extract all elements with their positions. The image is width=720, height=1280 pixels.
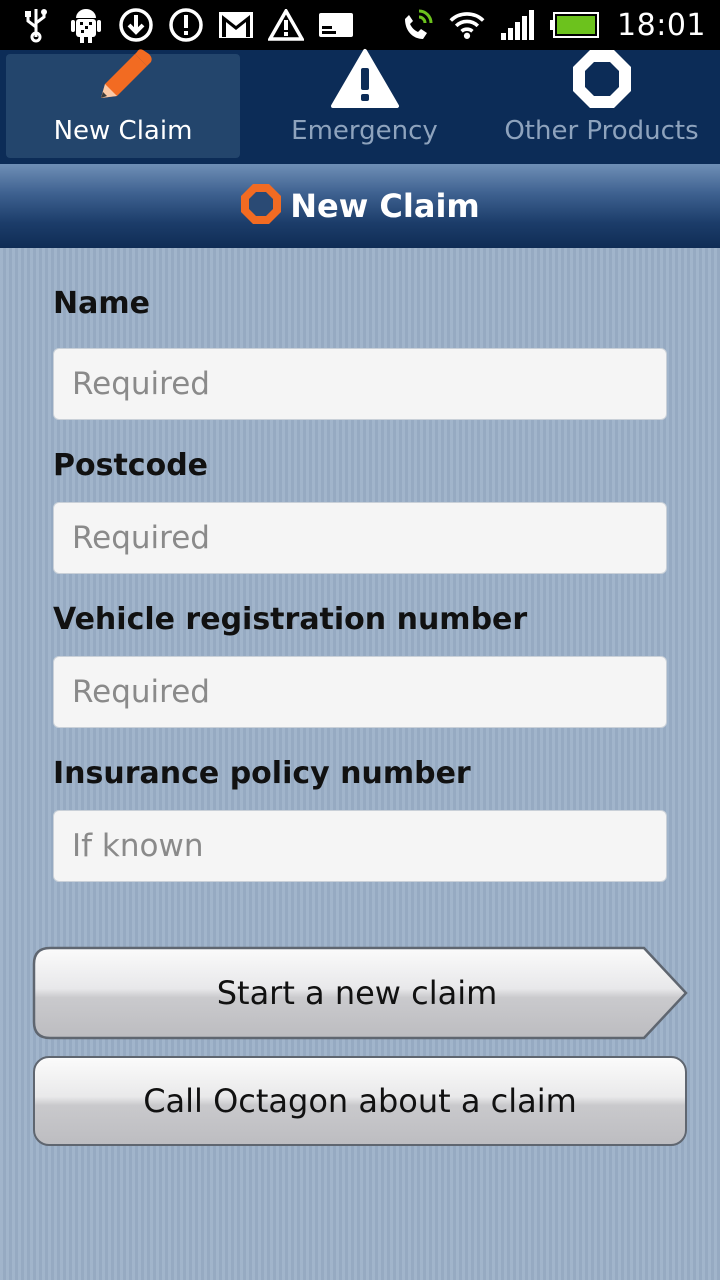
gmail-icon bbox=[218, 7, 254, 43]
page-title: New Claim bbox=[290, 187, 480, 225]
vehicle-registration-label: Vehicle registration number bbox=[53, 602, 528, 637]
call-octagon-button[interactable]: Call Octagon about a claim bbox=[33, 1056, 687, 1146]
octagon-icon bbox=[571, 48, 633, 110]
usb-icon bbox=[18, 7, 54, 43]
policy-number-label: Insurance policy number bbox=[53, 756, 471, 791]
battery-icon bbox=[549, 7, 600, 43]
tab-other-products[interactable]: Other Products bbox=[483, 50, 720, 158]
android-debug-icon bbox=[68, 7, 104, 43]
tab-emergency[interactable]: Emergency bbox=[246, 49, 483, 158]
postcode-label: Postcode bbox=[53, 448, 209, 483]
start-claim-label: Start a new claim bbox=[216, 974, 498, 1012]
warning-icon bbox=[268, 7, 304, 43]
tab-label: Emergency bbox=[291, 116, 438, 146]
warning-icon bbox=[330, 48, 400, 110]
status-left-icons bbox=[18, 7, 354, 43]
download-icon bbox=[118, 7, 154, 43]
postcode-input[interactable] bbox=[53, 502, 667, 574]
tab-label: New Claim bbox=[53, 116, 193, 146]
status-right-icons: 18:01 bbox=[399, 7, 706, 43]
phone-signal-icon bbox=[399, 7, 435, 43]
tab-new-claim[interactable]: New Claim bbox=[6, 49, 240, 158]
wifi-icon bbox=[449, 7, 485, 43]
vehicle-registration-input[interactable] bbox=[53, 656, 667, 728]
cell-signal-icon bbox=[499, 7, 535, 43]
policy-number-input[interactable] bbox=[53, 810, 667, 882]
pencil-icon bbox=[91, 46, 155, 110]
octagon-logo-icon bbox=[240, 183, 282, 229]
card-icon bbox=[318, 7, 354, 43]
alert-circle-icon bbox=[168, 7, 204, 43]
name-label: Name bbox=[53, 286, 150, 321]
status-bar: 18:01 bbox=[0, 0, 720, 50]
name-input[interactable] bbox=[53, 348, 667, 420]
title-bar: New Claim bbox=[0, 164, 720, 248]
tab-bar: New Claim Emergency Other Products bbox=[0, 49, 720, 164]
status-time: 18:01 bbox=[617, 7, 706, 43]
tab-label: Other Products bbox=[504, 116, 699, 146]
start-claim-button[interactable]: Start a new claim bbox=[32, 946, 690, 1040]
